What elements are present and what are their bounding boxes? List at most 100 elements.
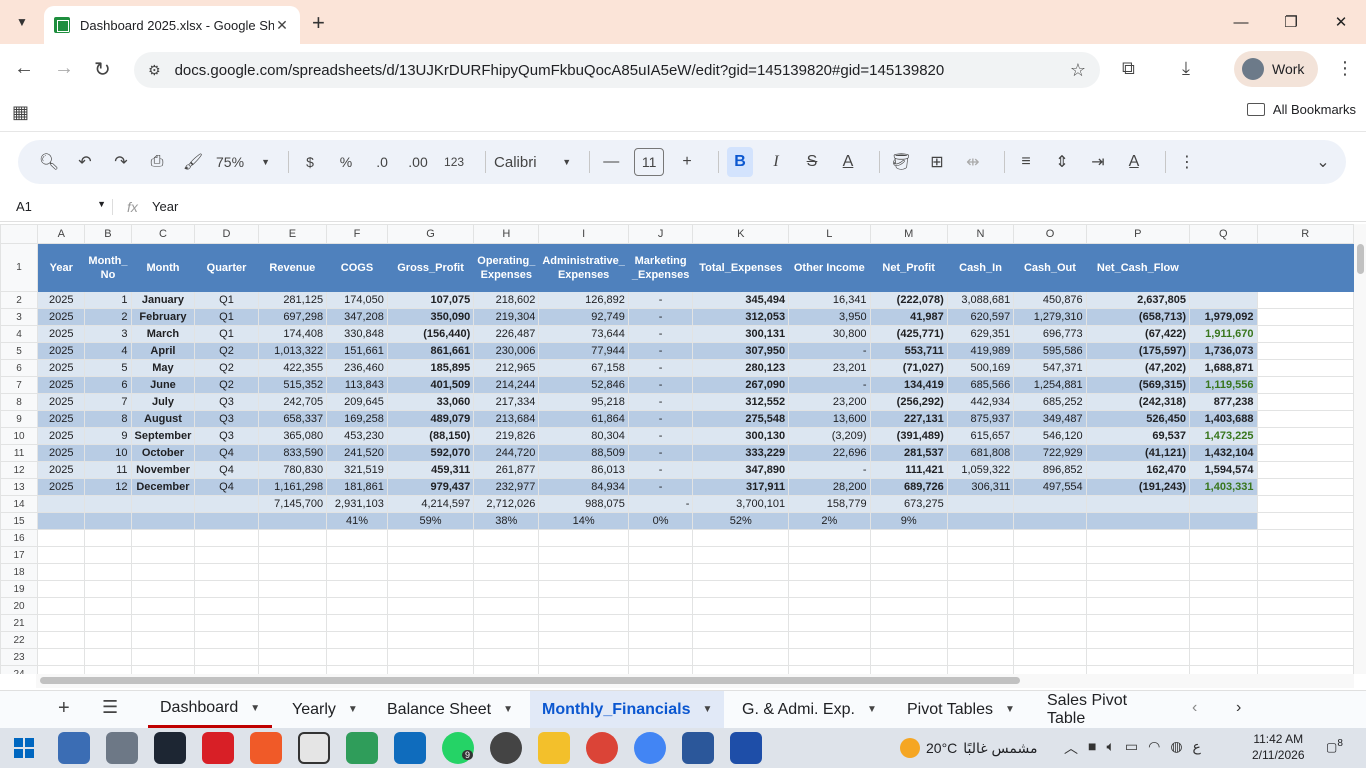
apps-grid-icon[interactable]: ▦ <box>12 102 29 123</box>
cell[interactable]: 497,554 <box>1013 478 1087 496</box>
cell[interactable] <box>627 563 694 581</box>
currency-format-button[interactable]: $ <box>297 147 323 177</box>
cell[interactable]: (71,027) <box>869 359 948 377</box>
cell[interactable] <box>130 597 196 615</box>
cell[interactable] <box>869 648 948 666</box>
cell[interactable]: - <box>627 359 694 377</box>
cell[interactable]: 232,977 <box>473 478 540 496</box>
cell[interactable]: 4,214,597 <box>386 495 475 513</box>
cell[interactable]: 0% <box>627 512 694 530</box>
horizontal-scrollbar[interactable] <box>36 674 1354 688</box>
cell[interactable] <box>788 614 871 632</box>
decrease-decimal-button[interactable]: .0 <box>369 147 395 177</box>
cell[interactable]: 546,120 <box>1013 427 1087 445</box>
header-cell[interactable] <box>1256 243 1354 292</box>
cell[interactable]: 11 <box>84 461 132 479</box>
cell[interactable]: 300,131 <box>692 325 790 343</box>
row-header[interactable]: 22 <box>0 631 39 649</box>
cell[interactable] <box>84 580 132 598</box>
header-cell[interactable]: Quarter <box>194 243 259 292</box>
cell[interactable]: 84,934 <box>538 478 629 496</box>
cell[interactable]: Q1 <box>194 325 259 343</box>
cell[interactable] <box>194 512 259 530</box>
cell[interactable]: 174,050 <box>326 291 388 309</box>
cell[interactable] <box>788 631 871 649</box>
cell[interactable]: August <box>130 410 196 428</box>
decrease-font-size-icon[interactable]: — <box>598 147 624 177</box>
cell[interactable]: 1 <box>84 291 132 309</box>
cell[interactable]: 6 <box>84 376 132 394</box>
column-header[interactable]: J <box>627 224 694 244</box>
cell[interactable]: 1,473,225 <box>1189 427 1258 445</box>
cell[interactable]: 111,421 <box>869 461 948 479</box>
cell[interactable] <box>1085 580 1191 598</box>
chevron-down-icon[interactable]: ▼ <box>867 704 877 715</box>
cell[interactable] <box>194 580 259 598</box>
cell[interactable]: 227,131 <box>869 410 948 428</box>
cell[interactable]: December <box>130 478 196 496</box>
cell[interactable] <box>257 512 328 530</box>
close-window-icon[interactable]: ✕ <box>1316 0 1366 44</box>
cell[interactable]: 158,779 <box>788 495 871 513</box>
cell[interactable]: 2,637,805 <box>1085 291 1191 309</box>
cell[interactable] <box>692 665 790 674</box>
cell[interactable] <box>869 529 948 547</box>
cell[interactable] <box>946 546 1015 564</box>
clock[interactable]: 11:42 AM 2/11/2026 <box>1252 731 1305 763</box>
cell[interactable]: 2025 <box>37 461 86 479</box>
header-cell[interactable]: Month <box>130 243 196 292</box>
cell[interactable]: 489,079 <box>386 410 475 428</box>
close-tab-icon[interactable]: ✕ <box>274 17 290 34</box>
cell[interactable]: 330,848 <box>326 325 388 343</box>
cell[interactable] <box>84 512 132 530</box>
cell[interactable]: January <box>130 291 196 309</box>
cell[interactable] <box>473 563 540 581</box>
cell[interactable] <box>692 631 790 649</box>
cell[interactable]: 422,355 <box>257 359 328 377</box>
print-icon[interactable]: ⎙ <box>144 147 170 177</box>
cell[interactable]: November <box>130 461 196 479</box>
cell[interactable] <box>692 597 790 615</box>
cell[interactable] <box>1256 393 1354 411</box>
cell[interactable] <box>194 546 259 564</box>
cell[interactable]: 80,304 <box>538 427 629 445</box>
cell[interactable]: 174,408 <box>257 325 328 343</box>
cell[interactable]: 300,130 <box>692 427 790 445</box>
cell[interactable]: Q2 <box>194 376 259 394</box>
cell[interactable]: 30,800 <box>788 325 871 343</box>
chevron-down-icon[interactable]: ▼ <box>702 704 712 715</box>
cell[interactable] <box>194 563 259 581</box>
row-header[interactable]: 7 <box>0 376 39 394</box>
bold-button[interactable]: B <box>727 147 753 177</box>
cell[interactable]: 2025 <box>37 308 86 326</box>
scroll-thumb[interactable] <box>1357 244 1364 274</box>
search-menus-icon[interactable]: 🔍︎ <box>36 147 62 177</box>
cell[interactable] <box>473 580 540 598</box>
cell[interactable]: 365,080 <box>257 427 328 445</box>
cell[interactable] <box>130 529 196 547</box>
netflix-icon[interactable] <box>202 732 234 764</box>
row-header[interactable]: 20 <box>0 597 39 615</box>
cell[interactable]: 2025 <box>37 376 86 394</box>
cell[interactable]: Q4 <box>194 444 259 462</box>
cell[interactable]: 236,460 <box>326 359 388 377</box>
add-sheet-icon[interactable]: + <box>58 697 70 720</box>
cell[interactable]: (175,597) <box>1085 342 1191 360</box>
cell[interactable]: 547,371 <box>1013 359 1087 377</box>
cell[interactable] <box>627 648 694 666</box>
cell[interactable] <box>1085 614 1191 632</box>
cell[interactable]: 401,509 <box>386 376 475 394</box>
sheet-tab-pivot-tables[interactable]: Pivot Tables ▼ <box>895 691 1027 728</box>
cell[interactable]: 95,218 <box>538 393 629 411</box>
notifications-button[interactable]: ▢8 <box>1326 738 1343 754</box>
column-header[interactable]: C <box>130 224 196 244</box>
cell[interactable]: Q1 <box>194 291 259 309</box>
cell[interactable] <box>869 580 948 598</box>
row-header[interactable]: 21 <box>0 614 39 632</box>
cell[interactable]: (67,422) <box>1085 325 1191 343</box>
maximize-icon[interactable]: ❐ <box>1266 0 1316 44</box>
row-header[interactable]: 6 <box>0 359 39 377</box>
cell[interactable] <box>869 614 948 632</box>
cell[interactable] <box>946 665 1015 674</box>
cell[interactable] <box>788 546 871 564</box>
